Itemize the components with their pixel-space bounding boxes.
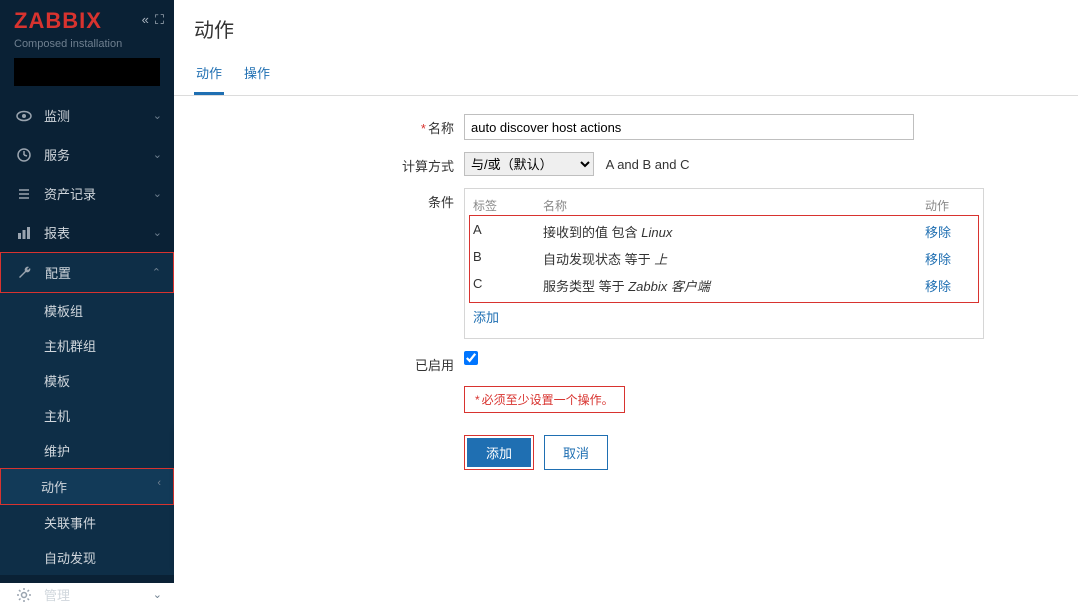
sidebar-sub-discovery[interactable]: 自动发现 [0, 540, 174, 575]
tab-operations[interactable]: 操作 [242, 53, 272, 95]
enabled-label: 已启用 [194, 351, 464, 374]
search-input[interactable] [22, 65, 198, 80]
clock-icon [14, 147, 34, 163]
conditions-table: 标签 名称 动作 A 接收到的值 包含 Linux 移除 B 自动发现状态 等于… [464, 188, 984, 339]
expand-icon[interactable]: ⛶ [155, 12, 164, 28]
eye-icon [14, 108, 34, 124]
chevron-down-icon: ⌄ [153, 226, 162, 239]
sidebar-item-label: 管理 [44, 585, 70, 604]
sidebar-sub-templategroups[interactable]: 模板组 [0, 293, 174, 328]
calc-expression: A and B and C [606, 157, 690, 172]
sidebar-item-label: 资产记录 [44, 184, 96, 203]
sidebar-item-administration[interactable]: 管理 ⌄ [0, 575, 174, 614]
submit-button[interactable]: 添加 [467, 438, 531, 467]
sidebar-item-monitoring[interactable]: 监测 ⌄ [0, 96, 174, 135]
sidebar-sub-actions[interactable]: 动作‹ [0, 468, 174, 505]
main-content: 动作 动作 操作 *名称 计算方式 与/或（默认） A and B and [174, 0, 1078, 583]
cond-tag: C [473, 276, 543, 295]
chevron-down-icon: ⌄ [153, 148, 162, 161]
name-label: *名称 [194, 114, 464, 137]
list-icon [14, 186, 34, 202]
sidebar-sub-templates[interactable]: 模板 [0, 363, 174, 398]
tabs: 动作 操作 [174, 53, 1078, 96]
logo[interactable]: ZABBIX [14, 8, 102, 34]
sidebar-item-reports[interactable]: 报表 ⌄ [0, 213, 174, 252]
barchart-icon [14, 225, 34, 241]
sidebar-sub-correlation[interactable]: 关联事件 [0, 505, 174, 540]
chevron-down-icon: ⌄ [153, 187, 162, 200]
name-input[interactable] [464, 114, 914, 140]
chevron-down-icon: ⌄ [153, 109, 162, 122]
add-condition-link[interactable]: 添加 [473, 303, 499, 326]
cond-name: 服务类型 等于 Zabbix 客户端 [543, 276, 925, 295]
sidebar-item-configuration[interactable]: 配置 ⌃ [0, 252, 174, 293]
cond-header-tag: 标签 [473, 197, 543, 214]
config-submenu: 模板组 主机群组 模板 主机 维护 动作‹ 关联事件 自动发现 [0, 293, 174, 575]
tab-action[interactable]: 动作 [194, 53, 224, 95]
calc-label: 计算方式 [194, 152, 464, 175]
conditions-label: 条件 [194, 188, 464, 211]
page-title: 动作 [174, 0, 1078, 53]
cond-name: 自动发现状态 等于 上 [543, 249, 925, 268]
sidebar-item-label: 监测 [44, 106, 70, 125]
sidebar-item-inventory[interactable]: 资产记录 ⌄ [0, 174, 174, 213]
chevron-down-icon: ⌄ [153, 588, 162, 601]
search-input-wrap[interactable] [14, 58, 160, 86]
cond-header-action: 动作 [925, 197, 975, 214]
sidebar-item-label: 服务 [44, 145, 70, 164]
sidebar-sub-hosts[interactable]: 主机 [0, 398, 174, 433]
enabled-checkbox[interactable] [464, 351, 478, 365]
sidebar-sub-hostgroups[interactable]: 主机群组 [0, 328, 174, 363]
sidebar: ZABBIX « ⛶ Composed installation 监测 ⌄ [0, 0, 174, 583]
sidebar-item-label: 报表 [44, 223, 70, 242]
cond-name: 接收到的值 包含 Linux [543, 222, 925, 241]
cond-tag: B [473, 249, 543, 268]
validation-warning: *必须至少设置一个操作。 [464, 386, 625, 413]
collapse-icon[interactable]: « [142, 12, 149, 28]
sidebar-sub-maintenance[interactable]: 维护 [0, 433, 174, 468]
gear-icon [14, 587, 34, 603]
sidebar-item-label: 配置 [45, 263, 71, 282]
wrench-icon [15, 265, 35, 281]
cond-remove-link[interactable]: 移除 [925, 252, 951, 267]
cond-header-name: 名称 [543, 197, 925, 214]
cond-remove-link[interactable]: 移除 [925, 279, 951, 294]
condition-row: B 自动发现状态 等于 上 移除 [473, 245, 975, 272]
sidebar-item-services[interactable]: 服务 ⌄ [0, 135, 174, 174]
cond-remove-link[interactable]: 移除 [925, 225, 951, 240]
condition-row: C 服务类型 等于 Zabbix 客户端 移除 [473, 272, 975, 299]
install-label: Composed installation [0, 38, 174, 58]
chevron-left-icon: ‹ [157, 477, 161, 489]
cond-tag: A [473, 222, 543, 241]
calc-type-select[interactable]: 与/或（默认） [464, 152, 594, 176]
chevron-up-icon: ⌃ [152, 266, 161, 279]
submit-highlight: 添加 [464, 435, 534, 470]
condition-row: A 接收到的值 包含 Linux 移除 [473, 218, 975, 245]
cancel-button[interactable]: 取消 [544, 435, 608, 470]
